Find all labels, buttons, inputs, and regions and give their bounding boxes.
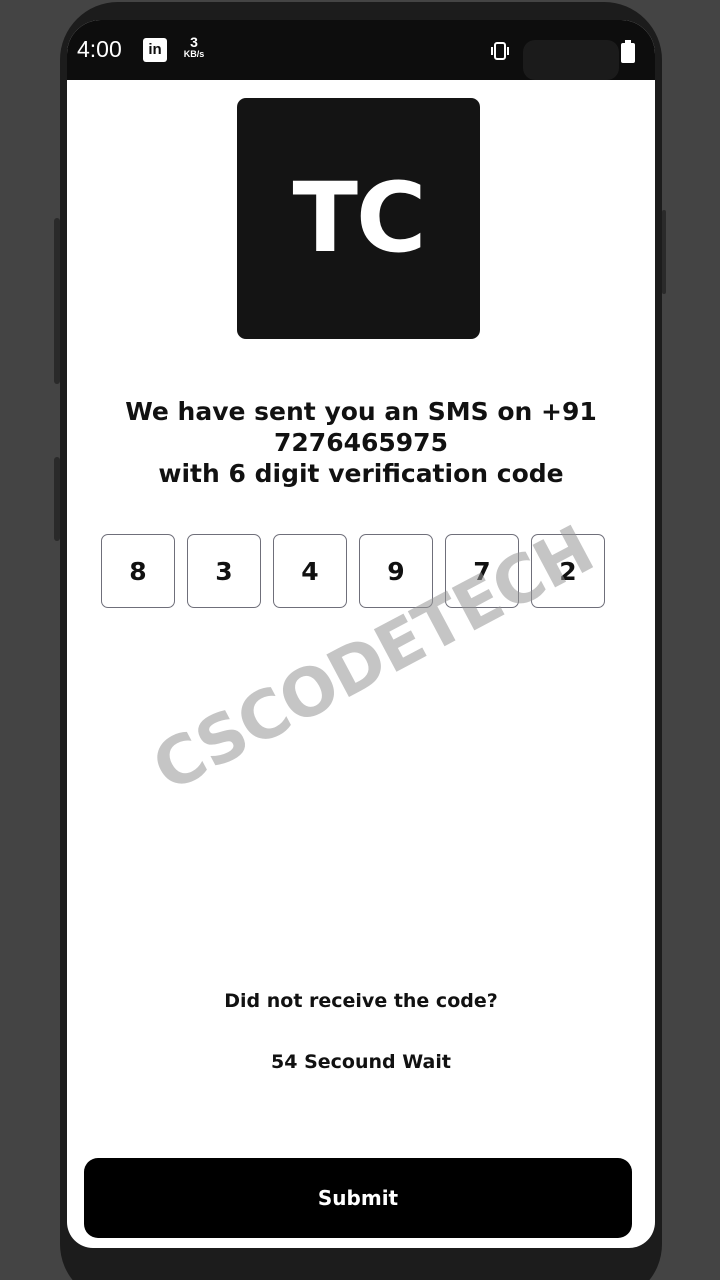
battery-icon bbox=[621, 40, 635, 63]
camera-cutout bbox=[523, 40, 619, 80]
vibrate-icon bbox=[491, 42, 509, 60]
device-backdrop: 4:00 in 3 KB/s TC We have sent you an SM… bbox=[0, 0, 720, 1280]
app-screen: 4:00 in 3 KB/s TC We have sent you an SM… bbox=[67, 20, 655, 1248]
network-speed-value: 3 bbox=[190, 34, 198, 50]
otp-input-row: 8 3 4 9 7 2 bbox=[101, 534, 611, 610]
power-button bbox=[54, 218, 60, 384]
otp-digit-4[interactable]: 9 bbox=[359, 534, 433, 608]
app-logo: TC bbox=[237, 98, 480, 339]
message-line-1: We have sent you an SMS on +91 bbox=[125, 397, 597, 426]
otp-digit-5[interactable]: 7 bbox=[445, 534, 519, 608]
resend-timer: 54 Secound Wait bbox=[271, 1051, 451, 1073]
network-speed: 3 KB/s bbox=[179, 35, 209, 59]
resend-question: Did not receive the code? bbox=[224, 990, 498, 1012]
otp-digit-2[interactable]: 3 bbox=[187, 534, 261, 608]
otp-digit-3[interactable]: 4 bbox=[273, 534, 347, 608]
status-time: 4:00 bbox=[77, 36, 122, 62]
linkedin-icon: in bbox=[143, 38, 167, 62]
app-logo-text: TC bbox=[292, 162, 427, 274]
message-line-3: with 6 digit verification code bbox=[158, 459, 564, 488]
side-button-right bbox=[662, 210, 666, 294]
otp-digit-1[interactable]: 8 bbox=[101, 534, 175, 608]
submit-button[interactable]: Submit bbox=[84, 1158, 632, 1238]
volume-button bbox=[54, 457, 60, 541]
otp-digit-6[interactable]: 2 bbox=[531, 534, 605, 608]
network-speed-unit: KB/s bbox=[183, 49, 205, 59]
verification-message: We have sent you an SMS on +91 727646597… bbox=[87, 396, 635, 489]
message-phone-number: 7276465975 bbox=[274, 428, 448, 457]
